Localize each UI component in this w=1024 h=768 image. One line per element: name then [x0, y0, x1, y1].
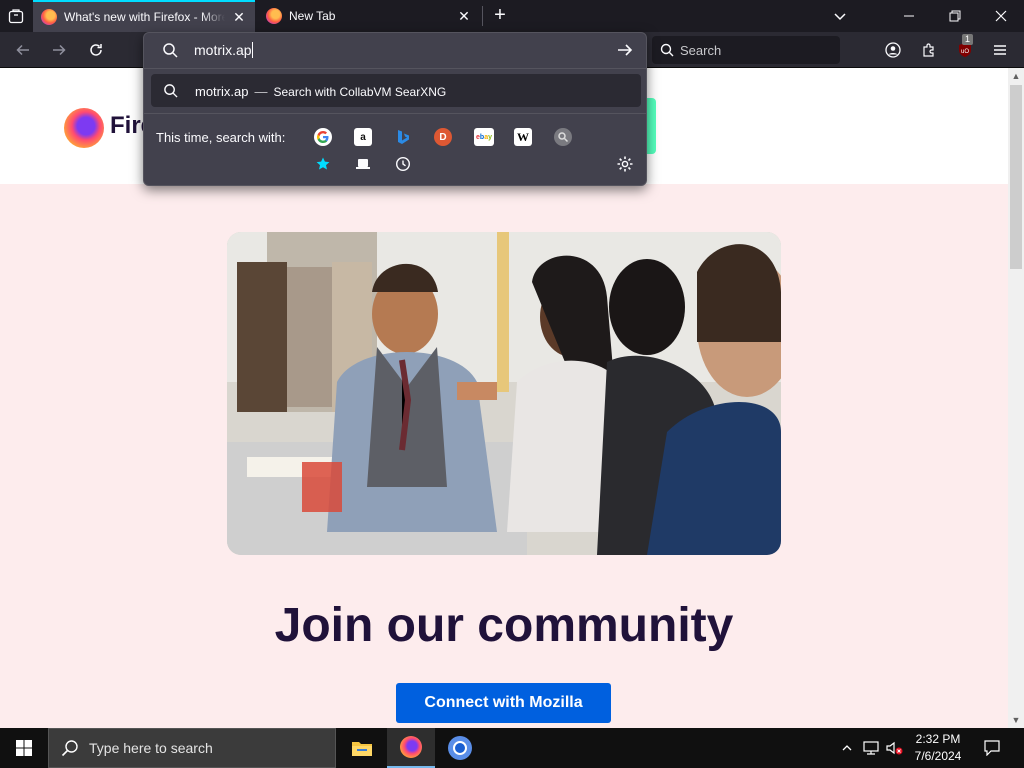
result-text: motrix.ap — Search with CollabVM SearXNG	[195, 84, 446, 99]
puzzle-icon	[923, 43, 934, 57]
google-icon[interactable]	[314, 128, 332, 146]
search-icon	[163, 43, 178, 58]
community-photo	[227, 232, 781, 555]
app-menu-button[interactable]	[987, 37, 1013, 63]
urlbar-typed-text[interactable]: motrix.ap	[194, 42, 253, 58]
new-tab-button[interactable]: +	[488, 4, 512, 28]
tab-new-tab[interactable]: New Tab ✕	[258, 0, 480, 32]
search-bar[interactable]: Search	[652, 36, 840, 64]
folder-icon	[352, 742, 372, 756]
hamburger-menu-icon	[994, 45, 1006, 55]
scroll-down-icon[interactable]: ▼	[1008, 712, 1024, 728]
ebay-icon[interactable]: ebay	[474, 128, 494, 146]
tab-title: New Tab	[289, 9, 336, 23]
clock[interactable]: 2:32 PM 7/6/2024	[906, 731, 970, 765]
close-tab-icon[interactable]: ✕	[456, 8, 472, 24]
tabs-icon[interactable]	[354, 155, 372, 173]
firefox-view-icon	[8, 9, 24, 24]
taskbar-search-placeholder: Type here to search	[89, 740, 213, 756]
close-tab-icon[interactable]: ✕	[231, 9, 247, 25]
firefox-taskbar-button[interactable]	[387, 728, 435, 768]
firefox-view-button[interactable]	[4, 4, 28, 28]
svg-text:uO: uO	[961, 49, 969, 55]
chevron-up-icon	[842, 745, 852, 751]
search-settings-button[interactable]	[616, 155, 634, 173]
extension-badge: 1	[962, 34, 974, 45]
list-all-tabs-button[interactable]	[830, 6, 850, 26]
go-arrow-icon[interactable]	[616, 41, 634, 59]
wikipedia-icon[interactable]: W	[514, 128, 532, 146]
page-scrollbar[interactable]: ▲ ▼	[1008, 68, 1024, 728]
oneoff-label: This time, search with:	[156, 130, 286, 145]
minimize-icon	[904, 15, 914, 17]
page-heading: Join our community	[274, 599, 734, 652]
search-icon	[61, 740, 78, 757]
arrow-right-icon	[53, 44, 66, 56]
taskbar-search-box[interactable]: Type here to search	[48, 728, 336, 768]
clock-time: 2:32 PM	[915, 732, 961, 746]
tab-whats-new[interactable]: What's new with Firefox - More ... ✕	[33, 0, 255, 32]
notification-icon	[984, 740, 1000, 756]
result-separator: —	[254, 84, 268, 99]
result-action: Search with CollabVM SearXNG	[273, 85, 447, 99]
people-meeting-image	[227, 232, 781, 555]
duckduckgo-icon[interactable]: D	[434, 128, 452, 146]
scroll-thumb[interactable]	[1010, 85, 1022, 269]
back-button[interactable]	[10, 37, 36, 63]
file-explorer-button[interactable]	[338, 728, 386, 768]
connect-with-mozilla-button[interactable]: Connect with Mozilla	[396, 683, 611, 723]
extensions-button[interactable]	[916, 37, 942, 63]
search-icon	[660, 43, 674, 57]
forward-button[interactable]	[46, 37, 72, 63]
close-icon	[995, 10, 1007, 22]
chromium-taskbar-button[interactable]	[436, 728, 484, 768]
network-button[interactable]	[860, 728, 882, 768]
clock-date: 7/6/2024	[914, 749, 962, 763]
history-icon[interactable]	[394, 155, 412, 173]
arrow-left-icon	[16, 44, 29, 56]
windows-taskbar: Type here to search 2:32 PM 7/6/2024	[0, 728, 1024, 768]
urlbar-result-row[interactable]: motrix.ap — Search with CollabVM SearXNG	[151, 74, 641, 107]
chromium-icon	[448, 736, 472, 760]
notifications-button[interactable]	[978, 728, 1006, 768]
chevron-down-icon	[834, 13, 846, 21]
search-placeholder: Search	[680, 42, 722, 58]
urlbar-popup: motrix.ap motrix.ap — Search with CollabVM…	[143, 32, 647, 186]
firefox-icon	[400, 736, 422, 758]
volume-muted-icon	[886, 741, 903, 755]
divider	[144, 68, 646, 69]
windows-logo-icon	[16, 740, 32, 756]
firefox-favicon-icon	[41, 9, 57, 25]
urlbar-input[interactable]: motrix.ap	[144, 33, 646, 67]
volume-button[interactable]	[884, 728, 906, 768]
close-window-button[interactable]	[978, 0, 1024, 32]
account-button[interactable]	[880, 37, 906, 63]
firefox-favicon-icon	[266, 8, 282, 24]
network-icon	[863, 741, 879, 755]
tab-strip: What's new with Firefox - More ... ✕ New…	[0, 0, 1024, 32]
show-hidden-icons-button[interactable]	[838, 728, 856, 768]
amazon-icon[interactable]: a	[354, 128, 372, 146]
search-icon	[164, 84, 178, 98]
start-button[interactable]	[0, 728, 48, 768]
bing-icon[interactable]	[394, 128, 412, 146]
tab-title: What's new with Firefox - More ...	[64, 10, 225, 24]
gear-icon	[617, 156, 633, 172]
bookmarks-icon[interactable]	[314, 155, 332, 173]
firefox-logo-icon[interactable]	[64, 108, 104, 148]
result-query: motrix.ap	[195, 84, 249, 99]
reload-button[interactable]	[83, 37, 109, 63]
restore-icon	[949, 10, 961, 22]
reload-icon	[90, 44, 102, 56]
divider	[144, 113, 646, 114]
account-icon	[885, 42, 901, 58]
minimize-button[interactable]	[886, 0, 932, 32]
searxng-icon[interactable]	[554, 128, 572, 146]
restore-button[interactable]	[932, 0, 978, 32]
scroll-up-icon[interactable]: ▲	[1008, 68, 1024, 84]
tab-separator	[482, 6, 483, 26]
